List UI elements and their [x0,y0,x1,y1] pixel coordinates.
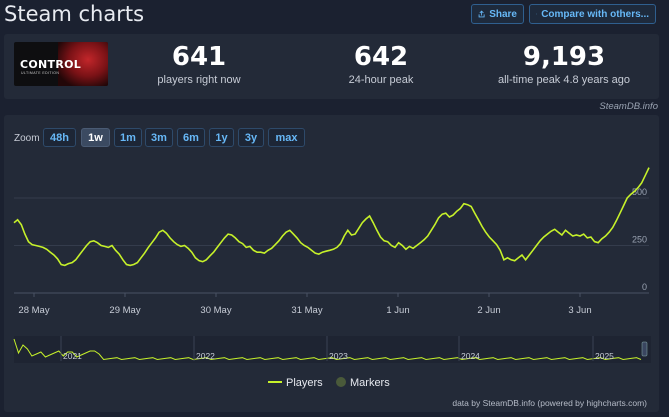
y-axis-labels: 0250500 [632,187,647,292]
legend-markers[interactable]: Markers [336,377,390,389]
stats-panel: CONTROL ULTIMATE EDITION 641 players rig… [4,34,659,99]
logo-title: CONTROL [20,58,82,71]
navigator-year-label: 2023 [329,351,348,361]
game-logo[interactable]: CONTROL ULTIMATE EDITION [14,42,108,86]
stat-current-players: 641 players right now [144,42,254,86]
y-tick-label: 0 [642,282,647,292]
y-tick-label: 250 [632,235,647,245]
x-tick-label: 30 May [200,305,231,316]
logo-subtitle: ULTIMATE EDITION [21,71,60,75]
x-tick-label: 29 May [109,305,140,316]
compare-button[interactable]: Compare with others... [529,4,656,24]
page-title: Steam charts [4,2,145,26]
navigator-year-label: 2024 [461,351,480,361]
legend-markers-label: Markers [350,377,390,389]
stat-label: all-time peak 4.8 years ago [497,74,631,86]
highcharts-credit[interactable]: data by SteamDB.info (powered by highcha… [452,398,647,408]
legend-players-label: Players [286,377,323,389]
stat-label: 24-hour peak [348,74,414,86]
compare-icon [536,13,538,15]
x-tick-label: 3 Jun [568,305,591,316]
x-tick-label: 28 May [18,305,49,316]
navigator-handle[interactable] [641,341,648,357]
stat-label: players right now [157,74,241,86]
navigator-year-label: 2025 [595,351,614,361]
navigator-year-label: 2021 [63,351,82,361]
page-header: Steam charts Share Compare with others..… [0,0,669,30]
share-icon [478,10,485,18]
stat-value: 9,193 [522,42,606,72]
legend-players[interactable]: Players [268,377,323,389]
compare-label: Compare with others... [541,8,649,20]
legend-markers-swatch [336,377,346,387]
stat-value: 642 [353,42,409,72]
stat-value: 641 [171,42,227,72]
share-button[interactable]: Share [471,4,524,24]
chart-panel: Zoom 48h 1w 1m 3m 6m 1y 3y max 0 250 500 2… [4,115,659,412]
navigator-year-label: 2022 [196,351,215,361]
player-chart[interactable]: 0250500 28 May 29 May 30 May 31 May 1 Jun 2 J… [4,115,659,412]
stat-24h-peak: 642 24-hour peak [326,42,436,86]
chart-grid [14,197,649,294]
x-tick-label: 2 Jun [477,305,500,316]
x-axis-labels: 28 May 29 May 30 May 31 May 1 Jun 2 Jun 3 Jun [14,292,649,316]
players-series-line [13,167,650,267]
x-tick-label: 31 May [291,305,322,316]
stat-all-time-peak: 9,193 all-time peak 4.8 years ago [484,42,644,86]
share-label: Share [489,8,517,20]
steamdb-credit[interactable]: SteamDB.info [599,101,658,112]
x-tick-label: 1 Jun [386,305,409,316]
